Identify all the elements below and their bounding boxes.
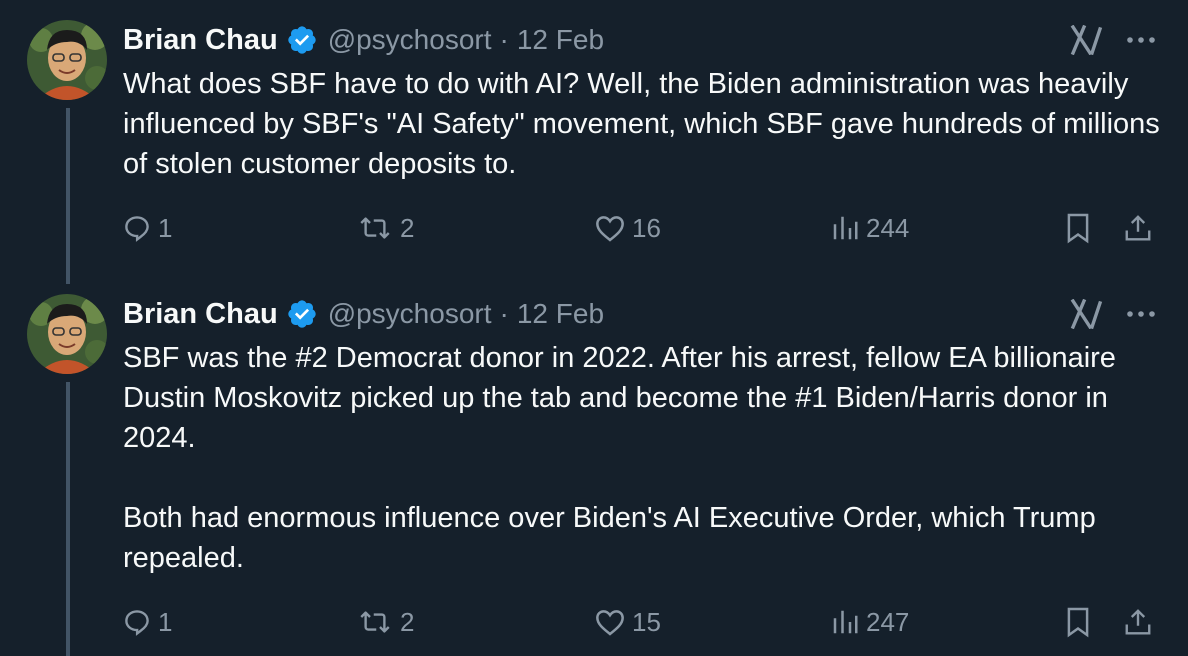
repost-button[interactable]: 2 xyxy=(356,600,414,644)
share-button[interactable] xyxy=(1118,206,1158,250)
tweet-actions: 1 2 16 244 xyxy=(0,206,1188,250)
share-icon xyxy=(1125,215,1151,241)
tweet-date[interactable]: 12 Feb xyxy=(517,298,604,330)
author-name[interactable]: Brian Chau xyxy=(123,24,278,57)
share-button[interactable] xyxy=(1118,600,1158,644)
bookmark-icon xyxy=(1067,607,1089,638)
views-icon xyxy=(833,216,858,240)
author-handle[interactable]: @psychosort xyxy=(328,24,492,56)
repost-icon xyxy=(360,217,390,239)
verified-badge-icon[interactable] xyxy=(286,298,318,330)
tweet-header: Brian Chau @psychosort · 12 Feb xyxy=(123,294,604,334)
reply-count: 1 xyxy=(158,212,173,243)
bookmark-button[interactable] xyxy=(1058,600,1098,644)
tweet-text: SBF was the #2 Democrat donor in 2022. A… xyxy=(123,338,1173,578)
views-button[interactable]: 247 xyxy=(830,600,909,644)
separator: · xyxy=(499,298,509,329)
tweet-paragraph: Both had enormous influence over Biden's… xyxy=(123,502,1096,574)
like-count: 16 xyxy=(632,212,661,243)
tweet[interactable]: Brian Chau @psychosort · 12 Feb SBF was … xyxy=(0,282,1188,656)
verified-badge-icon[interactable] xyxy=(286,24,318,56)
views-button[interactable]: 244 xyxy=(830,206,909,250)
reply-icon xyxy=(125,610,149,636)
tweet-date[interactable]: 12 Feb xyxy=(517,24,604,56)
like-count: 15 xyxy=(632,606,661,637)
more-icon[interactable] xyxy=(1123,20,1159,60)
tweet-paragraph: What does SBF have to do with AI? Well, … xyxy=(123,68,1160,180)
like-button[interactable]: 15 xyxy=(594,600,661,644)
views-count: 244 xyxy=(866,212,910,243)
reply-count: 1 xyxy=(158,606,173,637)
avatar[interactable] xyxy=(27,20,107,100)
repost-count: 2 xyxy=(400,606,415,637)
bookmark-button[interactable] xyxy=(1058,206,1098,250)
like-icon xyxy=(596,610,624,636)
views-count: 247 xyxy=(866,606,910,637)
more-icon[interactable] xyxy=(1123,294,1159,334)
repost-count: 2 xyxy=(400,212,415,243)
tweet-paragraph: SBF was the #2 Democrat donor in 2022. A… xyxy=(123,342,1116,454)
tweet-header: Brian Chau @psychosort · 12 Feb xyxy=(123,20,604,60)
reply-icon xyxy=(125,216,149,242)
bookmark-icon xyxy=(1067,213,1089,244)
like-button[interactable]: 16 xyxy=(594,206,661,250)
grok-icon[interactable] xyxy=(1067,20,1107,60)
separator: · xyxy=(499,24,509,55)
views-icon xyxy=(833,610,858,634)
repost-icon xyxy=(360,611,390,633)
grok-icon[interactable] xyxy=(1067,294,1107,334)
reply-button[interactable]: 1 xyxy=(122,206,172,250)
tweet-text: What does SBF have to do with AI? Well, … xyxy=(123,64,1173,184)
tweet[interactable]: Brian Chau @psychosort · 12 Feb What doe… xyxy=(0,0,1188,282)
author-name[interactable]: Brian Chau xyxy=(123,298,278,331)
repost-button[interactable]: 2 xyxy=(356,206,414,250)
like-icon xyxy=(596,216,624,242)
tweet-actions: 1 2 15 247 xyxy=(0,600,1188,644)
author-handle[interactable]: @psychosort xyxy=(328,298,492,330)
share-icon xyxy=(1125,609,1151,635)
reply-button[interactable]: 1 xyxy=(122,600,172,644)
avatar[interactable] xyxy=(27,294,107,374)
